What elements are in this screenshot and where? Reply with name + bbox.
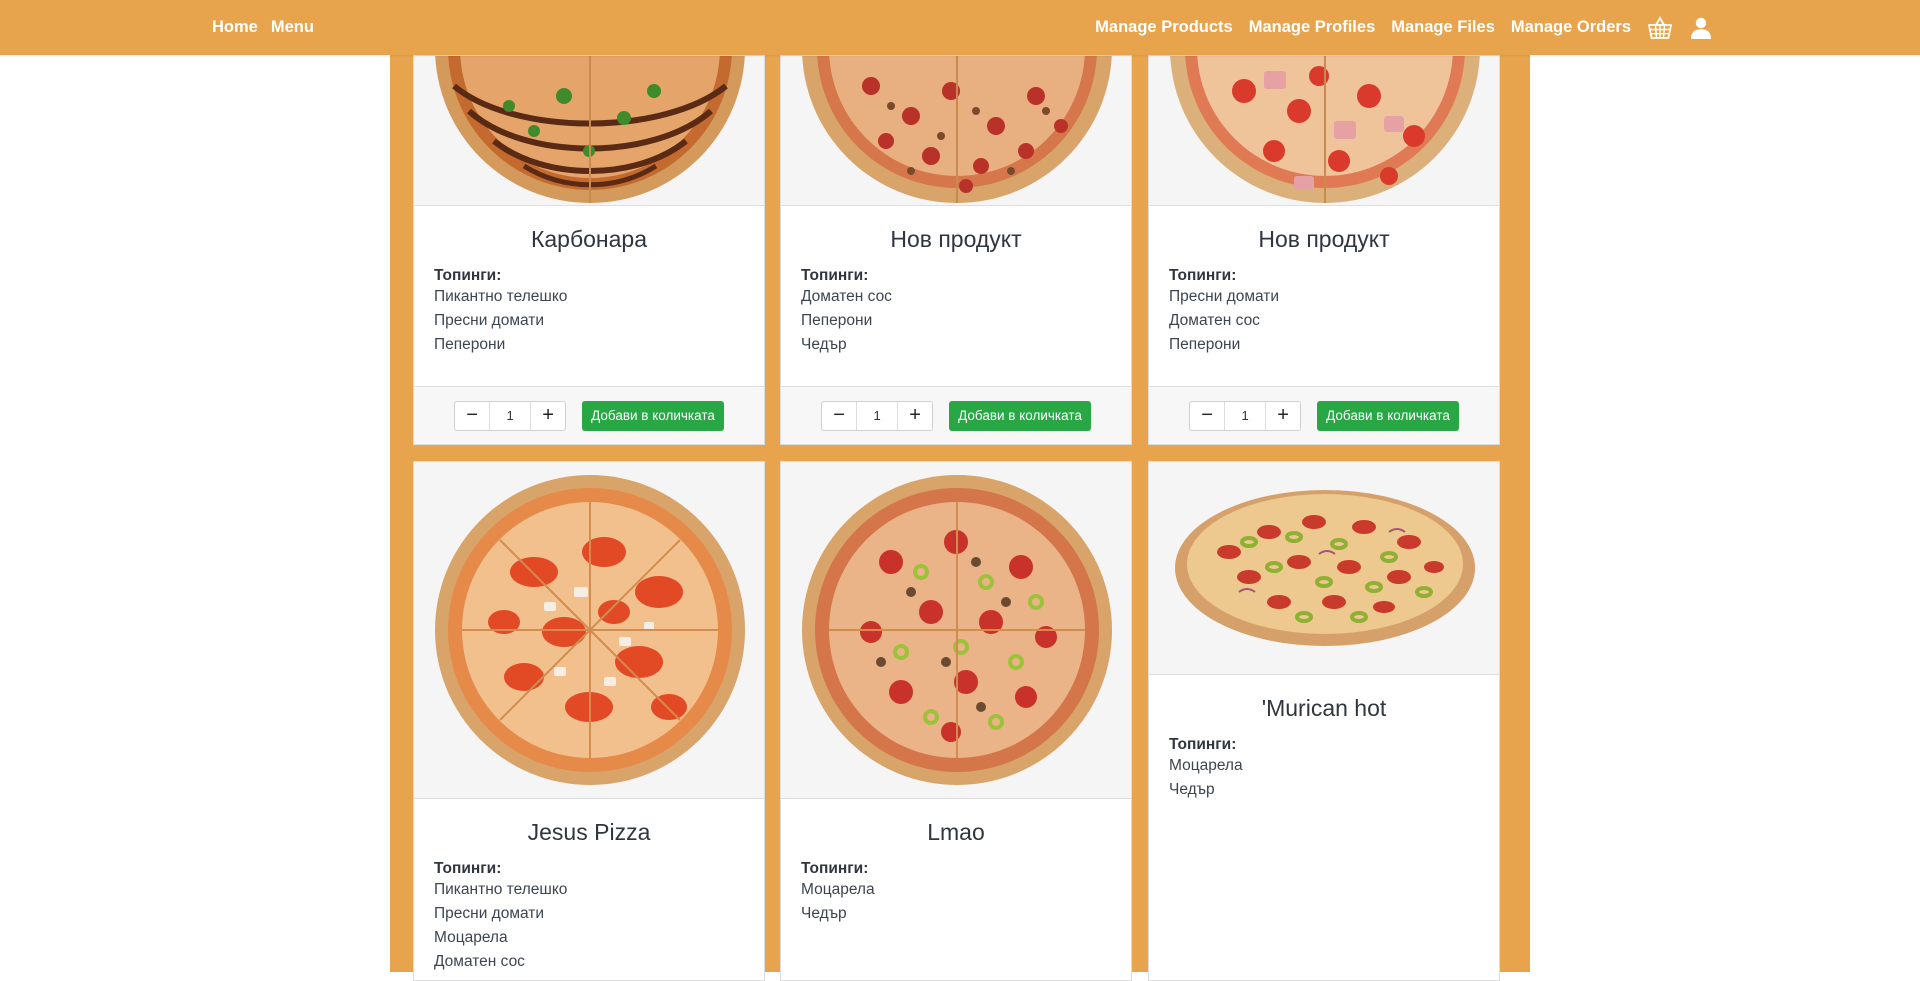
decrement-button[interactable]: −: [455, 402, 489, 430]
toppings-label: Топинги:: [434, 860, 502, 877]
nav-menu-link[interactable]: Menu: [271, 18, 314, 37]
nav-manage-products-link[interactable]: Manage Products: [1095, 18, 1233, 37]
add-to-cart-button[interactable]: Добави в количката: [582, 400, 724, 431]
increment-button[interactable]: +: [1266, 402, 1300, 430]
add-to-cart-button[interactable]: Добави в количката: [949, 400, 1091, 431]
topping-item: Пеперони: [434, 336, 506, 353]
nav-manage-profiles-link[interactable]: Manage Profiles: [1249, 18, 1376, 37]
topping-item: Пресни домати: [1169, 288, 1280, 305]
product-image: [1149, 56, 1499, 206]
product-card-body: 'Murican hot Топинги: Моцарела Чедър: [1149, 675, 1499, 802]
topping-item: Пресни домати: [434, 312, 545, 329]
product-card-body: Карбонара Топинги: Пикантно телешко Прес…: [414, 206, 764, 357]
nav-left: Home Menu: [212, 0, 314, 55]
product-card: Карбонара Топинги: Пикантно телешко Прес…: [413, 55, 765, 445]
nav-manage-files-link[interactable]: Manage Files: [1391, 18, 1495, 37]
product-image: [414, 56, 764, 206]
decrement-button[interactable]: −: [1190, 402, 1224, 430]
product-card: Jesus Pizza Топинги: Пикантно телешко Пр…: [413, 461, 765, 981]
quantity-stepper: − 1 +: [821, 400, 934, 431]
product-card-footer: − 1 + Добави в количката: [414, 386, 764, 444]
product-card-body: Нов продукт Топинги: Пресни домати Домат…: [1149, 206, 1499, 357]
product-image: [781, 56, 1131, 206]
topping-item: Доматен сос: [801, 288, 892, 305]
product-title: Нов продукт: [1258, 226, 1390, 252]
toppings-label: Топинги:: [801, 267, 869, 284]
product-image: [1149, 462, 1499, 675]
increment-button[interactable]: +: [531, 402, 565, 430]
product-title: 'Murican hot: [1261, 695, 1387, 721]
product-card-body: Jesus Pizza Топинги: Пикантно телешко Пр…: [414, 799, 764, 974]
toppings-label: Топинги:: [1169, 736, 1237, 753]
top-navbar: Home Menu Manage Products Manage Profile…: [0, 0, 1920, 55]
quantity-stepper: − 1 +: [1189, 400, 1302, 431]
product-title: Карбонара: [530, 226, 648, 252]
topping-item: Пеперони: [801, 312, 873, 329]
product-card-footer: − 1 + Добави в количката: [1149, 386, 1499, 444]
topping-item: Чедър: [801, 905, 847, 922]
product-image: [781, 462, 1131, 799]
product-card-body: Нов продукт Топинги: Доматен сос Пеперон…: [781, 206, 1131, 357]
topping-item: Пикантно телешко: [434, 288, 568, 305]
topping-item: Чедър: [1169, 781, 1215, 798]
nav-home-link[interactable]: Home: [212, 18, 258, 37]
product-image: [414, 462, 764, 799]
topping-item: Моцарела: [801, 881, 875, 898]
topping-item: Моцарела: [434, 929, 508, 946]
topping-item: Пикантно телешко: [434, 881, 568, 898]
product-card: Lmao Топинги: Моцарела Чедър: [780, 461, 1132, 981]
topping-item: Доматен сос: [434, 953, 525, 970]
nav-right: Manage Products Manage Profiles Manage F…: [1095, 0, 1713, 55]
quantity-value[interactable]: 1: [856, 401, 899, 430]
product-card: Нов продукт Топинги: Пресни домати Домат…: [1148, 55, 1500, 445]
product-card: Нов продукт Топинги: Доматен сос Пеперон…: [780, 55, 1132, 445]
quantity-stepper: − 1 +: [454, 400, 567, 431]
topping-item: Пеперони: [1169, 336, 1241, 353]
add-to-cart-button[interactable]: Добави в количката: [1317, 400, 1459, 431]
topping-item: Пресни домати: [434, 905, 545, 922]
products-container: Карбонара Топинги: Пикантно телешко Прес…: [390, 55, 1530, 981]
product-title: Нов продукт: [890, 226, 1022, 252]
topping-item: Чедър: [801, 336, 847, 353]
topping-item: Доматен сос: [1169, 312, 1260, 329]
topping-item: Моцарела: [1169, 757, 1243, 774]
toppings-label: Топинги:: [434, 267, 502, 284]
product-title: Lmao: [927, 819, 985, 845]
product-card: 'Murican hot Топинги: Моцарела Чедър: [1148, 461, 1500, 981]
toppings-label: Топинги:: [1169, 267, 1237, 284]
quantity-value[interactable]: 1: [1224, 401, 1267, 430]
user-icon[interactable]: [1689, 16, 1713, 40]
product-title: Jesus Pizza: [527, 819, 651, 845]
decrement-button[interactable]: −: [822, 402, 856, 430]
toppings-label: Топинги:: [801, 860, 869, 877]
product-card-footer: − 1 + Добави в количката: [781, 386, 1131, 444]
basket-icon[interactable]: [1647, 15, 1673, 40]
product-card-body: Lmao Топинги: Моцарела Чедър: [781, 799, 1131, 926]
quantity-value[interactable]: 1: [489, 401, 532, 430]
increment-button[interactable]: +: [898, 402, 932, 430]
nav-manage-orders-link[interactable]: Manage Orders: [1511, 18, 1631, 37]
